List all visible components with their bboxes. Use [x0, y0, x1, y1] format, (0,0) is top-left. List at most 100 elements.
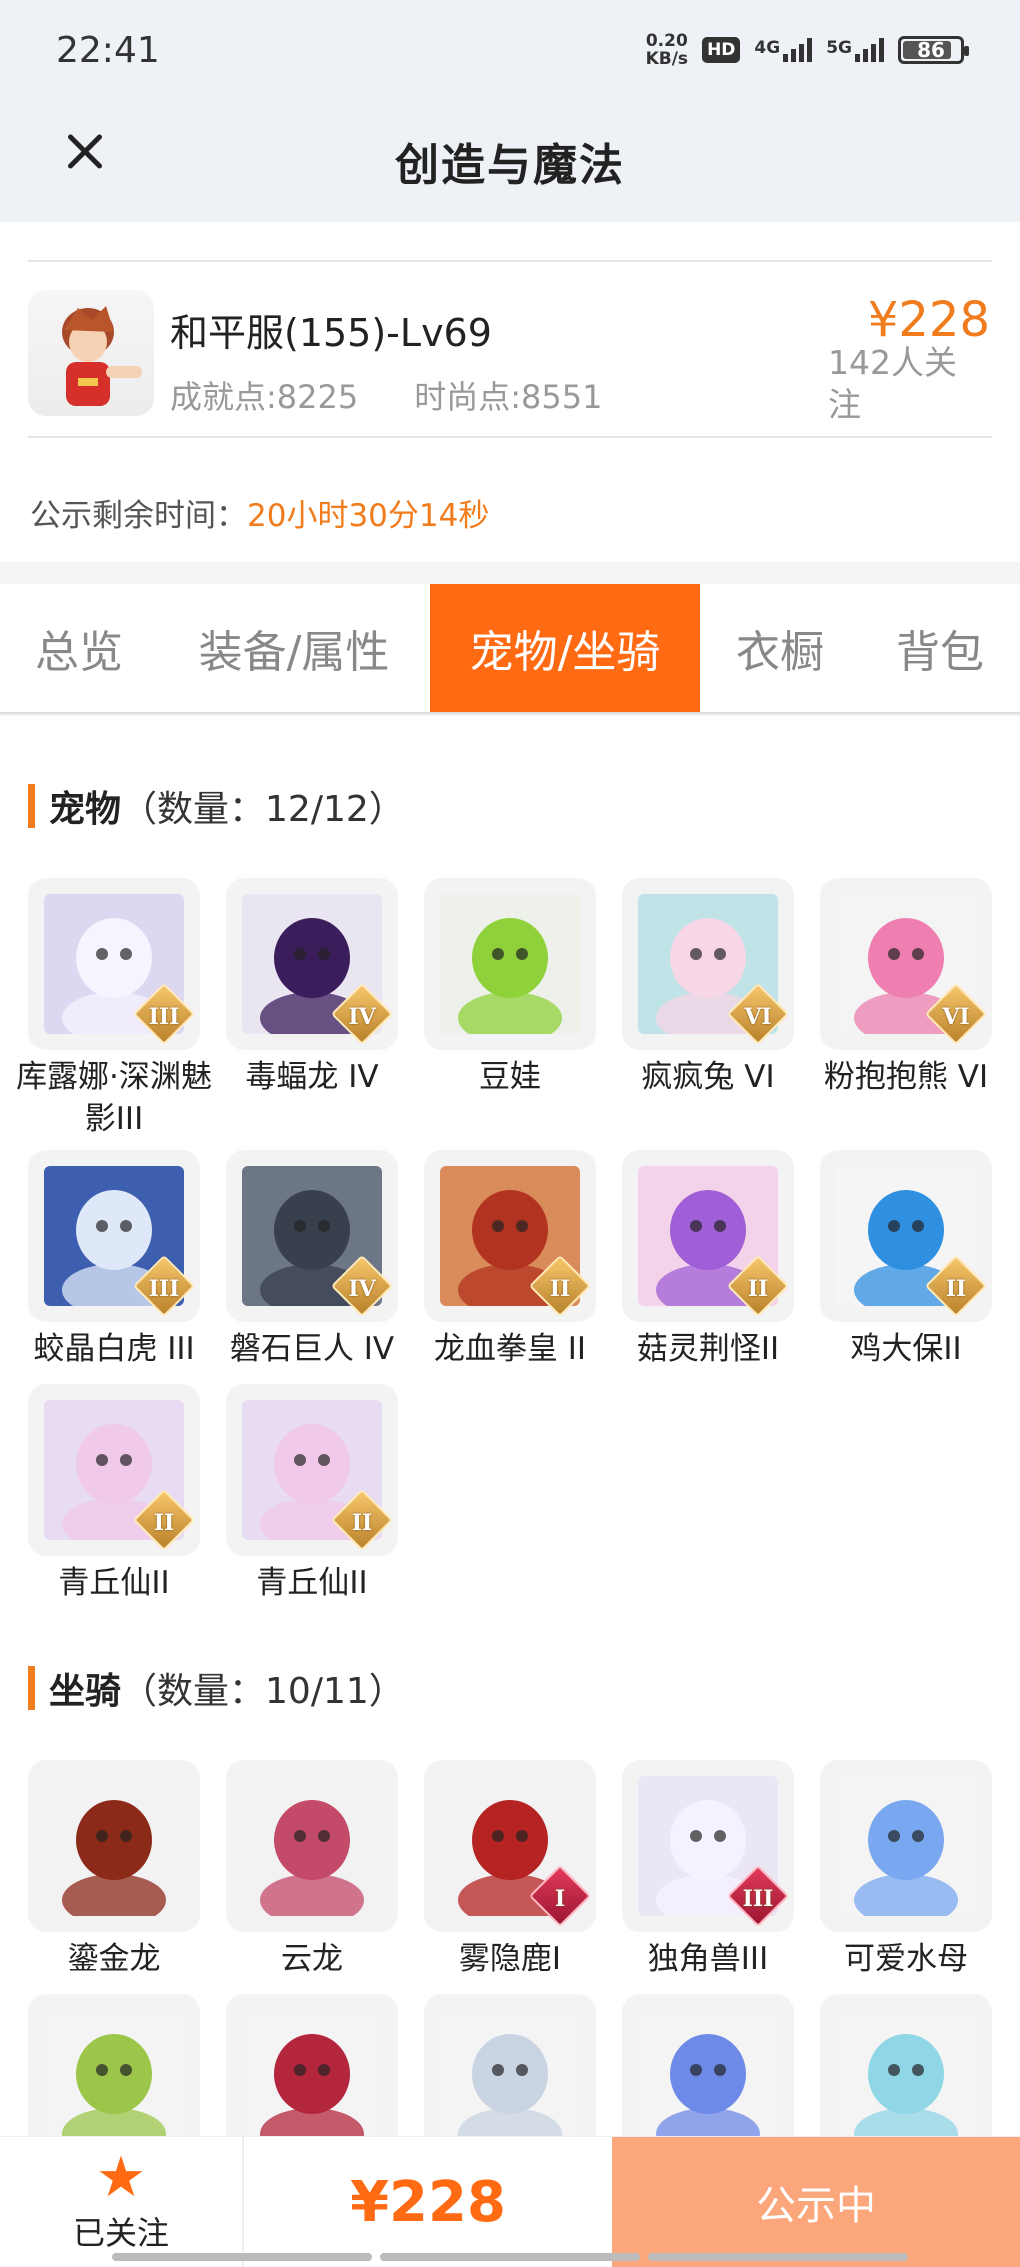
signal-5g-icon: 5G	[826, 38, 884, 62]
mount-card[interactable]: 云龙	[226, 1760, 398, 1980]
item-label: 青丘仙II	[58, 1565, 170, 1601]
mount-card[interactable]	[226, 1994, 398, 2136]
item-label: 磐石巨人 IV	[229, 1331, 395, 1367]
pet-card[interactable]: 豆娃	[424, 878, 596, 1098]
rank-badge-text: II	[351, 1510, 373, 1536]
pet-card[interactable]: III 蛟晶白虎 III	[28, 1150, 200, 1370]
pet-card[interactable]: II 菇灵荆怪II	[622, 1150, 794, 1370]
pet-card[interactable]: II 鸡大保II	[820, 1150, 992, 1370]
hd-icon: HD	[702, 37, 741, 63]
item-label: 青丘仙II	[256, 1565, 368, 1601]
item-thumbnail	[28, 1760, 200, 1932]
item-label: 独角兽III	[647, 1941, 769, 1977]
mount-card[interactable]: 可爱水母	[820, 1760, 992, 1980]
rank-badge-text: VI	[744, 1004, 772, 1030]
item-label: 龙血拳皇 II	[433, 1331, 587, 1367]
rank-badge-text: III	[742, 1886, 774, 1912]
bottom-action-bar: ★ 已关注 ¥228 公示中	[0, 2136, 1020, 2267]
rank-badge-text: II	[153, 1510, 175, 1536]
tab-bar: 总览 装备/属性 宠物/坐骑 衣橱 背包	[0, 584, 1020, 714]
avatar	[28, 290, 154, 416]
pet-card[interactable]: VI 疯疯兔 VI	[622, 878, 794, 1098]
item-thumbnail: IV	[226, 878, 398, 1050]
item-thumbnail	[226, 1760, 398, 1932]
pet-card[interactable]: VI 粉抱抱熊 VI	[820, 878, 992, 1098]
tab-wardrobe[interactable]: 衣橱	[700, 584, 860, 712]
rank-badge-text: II	[549, 1276, 571, 1302]
pets-section-title: 宠物 （数量：12/12）	[28, 780, 405, 832]
achievement-points: 成就点:8225	[170, 378, 359, 416]
item-thumbnail	[424, 878, 596, 1050]
status-icons: 0.20 KB/s HD 4G 5G 86	[646, 32, 969, 68]
character-name: 和平服(155)-Lv69	[170, 311, 492, 355]
white-fox-icon	[440, 2010, 580, 2136]
rank-badge-text: III	[148, 1004, 180, 1030]
follow-label: 已关注	[72, 2214, 169, 2252]
character-info-card: 和平服(155)-Lv69 成就点:8225 时尚点:8551 ¥228 142…	[0, 222, 1020, 562]
rank-badge-text: VI	[942, 1004, 970, 1030]
item-thumbnail: II	[622, 1150, 794, 1322]
tab-overview[interactable]: 总览	[0, 584, 158, 712]
item-thumbnail: II	[28, 1384, 200, 1556]
page-title: 创造与魔法	[395, 140, 625, 191]
item-thumbnail: III	[28, 878, 200, 1050]
top-area: 22:41 0.20 KB/s HD 4G 5G 86 创造与魔法	[0, 0, 1020, 222]
mount-card[interactable]	[28, 1994, 200, 2136]
fashion-points: 时尚点:8551	[414, 378, 603, 416]
mount-card[interactable]	[820, 1994, 992, 2136]
item-thumbnail: VI	[820, 878, 992, 1050]
item-label: 鸡大保II	[850, 1331, 962, 1367]
app-header: 创造与魔法	[0, 100, 1020, 222]
rank-badge-text: I	[554, 1886, 566, 1912]
green-creature-icon	[44, 2010, 184, 2136]
battery-icon: 86	[898, 36, 969, 64]
pet-card[interactable]: II 龙血拳皇 II	[424, 1150, 596, 1370]
pet-card[interactable]: IV 磐石巨人 IV	[226, 1150, 398, 1370]
star-icon: ★	[95, 2145, 147, 2210]
divider	[28, 260, 992, 262]
red-bird-icon	[242, 2010, 382, 2136]
item-label: 鎏金龙	[67, 1941, 161, 1977]
item-thumbnail: IV	[226, 1150, 398, 1322]
mount-card[interactable]: 鎏金龙	[28, 1760, 200, 1980]
item-label: 雾隐鹿I	[458, 1941, 562, 1977]
item-thumbnail: I	[424, 1760, 596, 1932]
mount-card[interactable]	[424, 1994, 596, 2136]
follow-button[interactable]: ★ 已关注	[0, 2137, 244, 2267]
tab-backpack[interactable]: 背包	[860, 584, 1020, 712]
rank-badge-text: III	[148, 1276, 180, 1302]
signal-4g-icon: 4G	[754, 38, 813, 62]
item-thumbnail	[622, 1994, 794, 2136]
divider	[28, 436, 992, 438]
item-label: 毒蝠龙 IV	[245, 1059, 379, 1095]
gold-dragon-icon	[44, 1776, 184, 1916]
pets-mounts-content: 宠物 （数量：12/12） III 库露娜·深渊魅影III IV 毒蝠龙 IV 豆娃 VI…	[0, 716, 1020, 2136]
item-thumbnail: VI	[622, 878, 794, 1050]
skateboard-icon	[836, 2010, 976, 2136]
publicity-status-button[interactable]: 公示中	[612, 2137, 1020, 2267]
mount-card[interactable]: I 雾隐鹿I	[424, 1760, 596, 1980]
mount-card[interactable]: III 独角兽III	[622, 1760, 794, 1980]
pet-card[interactable]: II 青丘仙II	[28, 1384, 200, 1604]
mount-card[interactable]	[622, 1994, 794, 2136]
item-label: 可爱水母	[844, 1941, 968, 1977]
pet-card[interactable]: IV 毒蝠龙 IV	[226, 878, 398, 1098]
close-icon[interactable]	[56, 122, 116, 182]
pet-card[interactable]: III 库露娜·深渊魅影III	[16, 878, 212, 1140]
cloud-dragon-icon	[242, 1776, 382, 1916]
mounts-section-title: 坐骑 （数量：10/11）	[28, 1662, 405, 1714]
tab-pets-mounts[interactable]: 宠物/坐骑	[430, 584, 700, 712]
character-portrait-icon	[62, 306, 142, 406]
pet-card[interactable]: II 青丘仙II	[226, 1384, 398, 1604]
item-thumbnail: III	[28, 1150, 200, 1322]
home-indicator	[112, 2253, 908, 2261]
price-label: ¥228	[867, 292, 990, 348]
jellyfish-icon	[836, 1776, 976, 1916]
item-thumbnail	[424, 1994, 596, 2136]
publicity-countdown: 公示剩余时间：20小时30分14秒	[30, 498, 490, 534]
item-thumbnail	[28, 1994, 200, 2136]
item-label: 疯疯兔 VI	[641, 1059, 775, 1095]
tab-equipment[interactable]: 装备/属性	[158, 584, 430, 712]
item-thumbnail: II	[226, 1384, 398, 1556]
item-label: 云龙	[281, 1941, 343, 1977]
